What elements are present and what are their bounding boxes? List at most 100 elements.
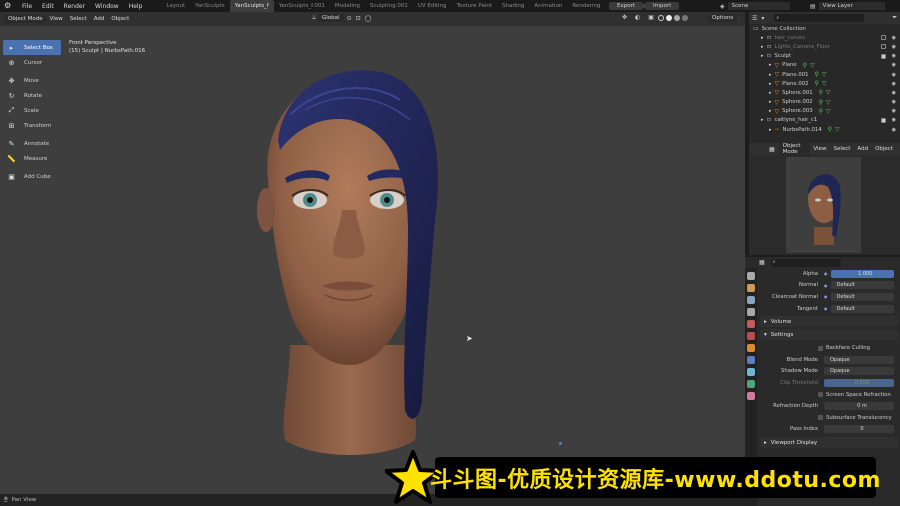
outliner-item-sphere-001[interactable]: ▸ ▽ Sphere.001 ⚲ ▽ ◉ [749,88,900,97]
transform-orientation[interactable]: ⟂ Global ⊙ ⊡ ◯ [312,14,371,22]
import-button[interactable]: Import [645,2,680,10]
particles-tab-icon[interactable] [747,368,755,376]
visibility-eye-icon[interactable]: ◉ [892,99,896,105]
scene-tab-icon[interactable] [747,320,755,328]
properties-editor-icon[interactable]: ▦ [759,259,765,266]
outliner-item-lights-camera-floor[interactable]: ▸ ▭ Lights_Camera_Floor ◉ [749,42,900,51]
refraction-depth-field[interactable]: 0 m [824,402,894,411]
clip-threshold-slider[interactable]: 0.500 [824,378,894,387]
outliner-item-sphere-002[interactable]: ▸ ▽ Sphere.002 ⚲ ▽ ◉ [749,98,900,107]
tool-annotate[interactable]: ✎ Annotate [3,136,61,151]
orientation-dropdown[interactable]: Global [318,14,344,22]
outliner-item-hair-curves[interactable]: ▸ ▭ hair_curves ◉ [749,33,900,42]
viewport-menu-select[interactable]: Select [70,16,87,22]
outliner-item-plane-001[interactable]: ▸ ▽ Plane.001 ⚲ ▽ ◉ [749,70,900,79]
expand-arrow-icon[interactable]: ▸ [769,81,772,87]
object-mode-dropdown[interactable]: Object Mode [4,15,47,23]
tool-move[interactable]: ✥ Move [3,73,61,88]
tool-add-cube[interactable]: ▣ Add Cube [3,169,61,184]
gizmo-icon[interactable]: ✥ [622,14,627,21]
include-checkbox[interactable] [881,35,886,41]
input-field[interactable]: Default [830,292,894,301]
outliner-item-sphere-003[interactable]: ▸ ▽ Sphere.003 ⚲ ▽ ◉ [749,107,900,116]
expand-arrow-icon[interactable]: ▸ [761,44,764,50]
shadow-mode-dropdown[interactable]: Opaque [824,367,894,376]
shading-solid-icon[interactable] [665,14,672,21]
blender-logo-icon[interactable]: ⚙ [4,1,14,11]
socket-dot-icon[interactable]: ● [824,271,828,276]
expand-arrow-icon[interactable]: ▸ [761,35,764,41]
menu-edit[interactable]: Edit [37,3,59,10]
subsurface-translucency-row[interactable]: Subsurface Translucency [758,412,900,424]
overlay-icon[interactable]: ◐ [635,14,640,21]
outliner-search-input[interactable]: ⌕ [774,14,865,22]
socket-dot-icon[interactable]: ● [824,283,828,288]
expand-arrow-icon[interactable]: ▸ [761,117,764,123]
proportional-icon[interactable]: ◯ [365,15,372,22]
visibility-eye-icon[interactable]: ◉ [892,108,896,114]
visibility-eye-icon[interactable]: ◉ [892,72,896,78]
scene-collection-row[interactable]: ▭ Scene Collection [749,24,900,33]
display-mode-icon[interactable]: ☰ [752,15,757,22]
output-tab-icon[interactable] [747,296,755,304]
object-tab-icon[interactable] [747,344,755,352]
visibility-eye-icon[interactable]: ◉ [892,35,896,41]
view-layer-selector[interactable]: ▤ View Layer [810,1,885,11]
physics-tab-icon[interactable] [747,380,755,388]
expand-arrow-icon[interactable]: ▸ [769,108,772,114]
expand-arrow-icon[interactable]: ▸ [769,99,772,105]
tool-cursor[interactable]: ⊕ Cursor [3,55,61,70]
outliner-item-caitlyne-hair-c1[interactable]: ▸ ▭ caitlyne_hair_c1 ◉ [749,116,900,125]
export-button[interactable]: Export [609,2,644,10]
tab-yansculpts-f-001[interactable]: YanSculpts_f.001 [274,0,330,12]
menu-help[interactable]: Help [124,3,148,10]
visibility-eye-icon[interactable]: ◉ [892,44,896,50]
preview-menu-object[interactable]: Object [875,146,893,152]
pass-index-field[interactable]: 0 [824,425,894,434]
input-field[interactable]: Default [830,304,894,313]
tab-rendering[interactable]: Rendering [567,0,605,12]
sculpt-head-model[interactable] [230,60,470,470]
shading-wireframe-icon[interactable] [657,14,664,21]
tab-shading[interactable]: Shading [497,0,529,12]
outliner-item-sculpt[interactable]: ▸ ▭ Sculpt ◉ [749,52,900,61]
preview-mode-dropdown[interactable]: Object Mode [778,142,811,156]
filter-dropdown-icon[interactable]: ▾ [761,15,764,22]
tab-sculpting-001[interactable]: Sculpting.001 [365,0,413,12]
options-dropdown[interactable]: Options [708,14,738,22]
socket-dot-icon[interactable]: ● [824,306,828,311]
properties-search-input[interactable]: ⌕ [770,258,841,267]
world-tab-icon[interactable] [747,332,755,340]
tool-measure[interactable]: 📏 Measure [3,151,61,166]
tab-modeling[interactable]: Modeling [330,0,365,12]
tab-animation[interactable]: Animation [529,0,567,12]
view-layer-field[interactable]: View Layer [818,2,885,10]
outliner-item-plane-002[interactable]: ▸ ▽ Plane.002 ⚲ ▽ ◉ [749,79,900,88]
include-checkbox[interactable] [881,117,886,123]
tool-tab-icon[interactable] [747,272,755,280]
tab-layout[interactable]: Layout [161,0,190,12]
tool-transform[interactable]: ⊞ Transform [3,118,61,133]
expand-arrow-icon[interactable]: ▸ [769,90,772,96]
viewport-menu-object[interactable]: Object [111,16,129,22]
visibility-eye-icon[interactable]: ◉ [892,117,896,123]
expand-arrow-icon[interactable]: ▸ [761,53,764,59]
socket-dot-icon[interactable]: ● [824,294,828,299]
pivot-icon[interactable]: ⊙ [347,15,352,22]
expand-arrow-icon[interactable]: ▸ [769,127,772,133]
visibility-eye-icon[interactable]: ◉ [892,53,896,59]
tab-yansculpts[interactable]: YanSculpts [190,0,230,12]
menu-window[interactable]: Window [90,3,124,10]
view-layer-tab-icon[interactable] [747,308,755,316]
tab-uv-editing[interactable]: UV Editing [413,0,452,12]
expand-arrow-icon[interactable]: ▸ [769,62,772,68]
tool-rotate[interactable]: ↻ Rotate [3,88,61,103]
tool-select-box[interactable]: ▸ Select Box [3,40,61,55]
input-field[interactable]: 1.000 [830,269,894,278]
tab-yansculpts-f[interactable]: YanSculpts_f [229,0,274,12]
visibility-eye-icon[interactable]: ◉ [892,127,896,133]
preview-menu-view[interactable]: View [813,146,826,152]
tab-texture-paint[interactable]: Texture Paint [452,0,498,12]
preview-menu-add[interactable]: Add [857,146,868,152]
preview-viewport[interactable]: ▦ Object Mode View Select Add Object [749,142,900,255]
